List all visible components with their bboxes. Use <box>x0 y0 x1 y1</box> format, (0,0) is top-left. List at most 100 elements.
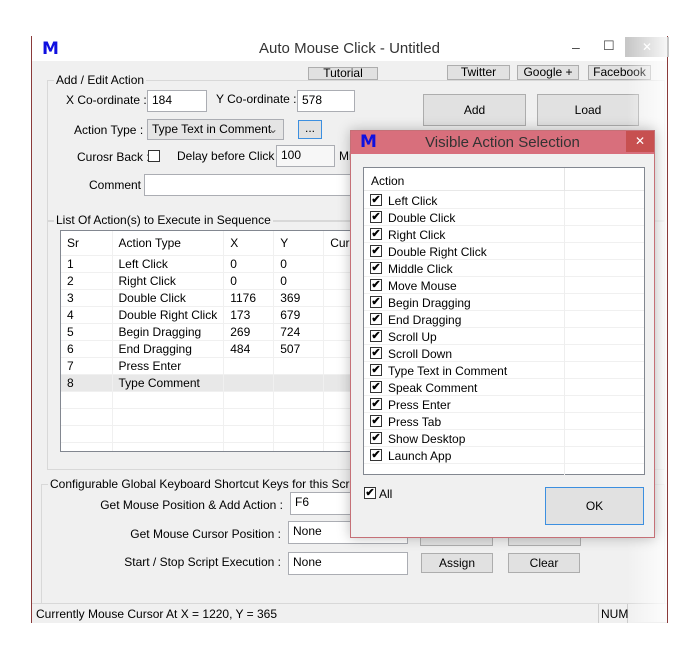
all-checkbox[interactable]: ✔ <box>364 487 376 499</box>
checklist-item[interactable]: ✔ Launch App <box>364 447 644 464</box>
checklist-item[interactable]: ✔ Middle Click <box>364 260 644 277</box>
table-cell-action-type: Left Click <box>112 255 225 273</box>
column-header-x[interactable]: X <box>223 231 275 256</box>
empty-cell <box>223 408 275 426</box>
item-checkbox[interactable]: ✔ <box>370 432 382 444</box>
num-lock-indicator: NUM <box>598 604 628 623</box>
item-checkbox[interactable]: ✔ <box>370 245 382 257</box>
column-header-sr[interactable]: Sr <box>61 231 113 256</box>
checklist-item[interactable]: ✔ Press Enter <box>364 396 644 413</box>
item-label: Double Right Click <box>388 245 487 259</box>
table-cell-cursor: N <box>323 255 351 273</box>
checklist-item[interactable]: ✔ Move Mouse <box>364 277 644 294</box>
shortcut-input-start-stop[interactable]: None <box>288 552 408 575</box>
action-checklist[interactable]: Action ✔ Left Click ✔ Double Click ✔ Right Cl… <box>363 167 645 476</box>
maximize-button[interactable]: ☐ <box>603 38 615 54</box>
twitter-button[interactable]: Twitter <box>447 65 510 80</box>
minimize-button[interactable]: – <box>572 39 580 55</box>
item-checkbox[interactable]: ✔ <box>370 211 382 223</box>
comment-input[interactable] <box>144 174 374 196</box>
column-header-y[interactable]: Y <box>273 231 325 256</box>
delay-label: Delay before Click : <box>177 149 282 163</box>
item-checkbox[interactable]: ✔ <box>370 296 382 308</box>
empty-cell <box>273 442 325 451</box>
checklist-item[interactable]: ✔ Right Click <box>364 226 644 243</box>
empty-cell <box>273 408 325 426</box>
assign-button[interactable]: Assign <box>421 553 493 573</box>
table-row[interactable]: 3Double Click1176369N <box>61 289 351 307</box>
cursor-back-label: Curosr Back : <box>77 150 150 164</box>
y-coordinate-input[interactable]: 578 <box>297 90 355 112</box>
item-checkbox[interactable]: ✔ <box>370 381 382 393</box>
checklist-item[interactable]: ✔ Speak Comment <box>364 379 644 396</box>
table-cell-cursor: N <box>323 272 351 290</box>
table-row[interactable]: 1Left Click00N <box>61 255 351 273</box>
x-coordinate-input[interactable]: 184 <box>147 90 207 112</box>
checklist-item[interactable]: ✔ End Dragging <box>364 311 644 328</box>
checklist-item[interactable]: ✔ Show Desktop <box>364 430 644 447</box>
table-cell-sr: 7 <box>61 357 113 375</box>
checklist-item[interactable]: ✔ Left Click <box>364 192 644 209</box>
checklist-item[interactable]: ✔ Scroll Down <box>364 345 644 362</box>
column-header-action-type[interactable]: Action Type <box>112 231 225 256</box>
item-checkbox[interactable]: ✔ <box>370 228 382 240</box>
action-type-select[interactable]: Type Text in Comment ⌄ <box>147 119 284 140</box>
empty-cell <box>323 391 351 409</box>
status-text: Currently Mouse Cursor At X = 1220, Y = … <box>36 607 278 621</box>
table-cell-cursor <box>323 357 351 375</box>
item-checkbox[interactable]: ✔ <box>370 330 382 342</box>
clear-button[interactable]: Clear <box>508 553 580 573</box>
item-label: Press Tab <box>388 415 442 429</box>
empty-row <box>61 442 351 451</box>
status-bar: Currently Mouse Cursor At X = 1220, Y = … <box>32 603 667 623</box>
checklist-item[interactable]: ✔ Double Click <box>364 209 644 226</box>
cursor-back-checkbox[interactable] <box>148 150 160 162</box>
add-button[interactable]: Add <box>423 94 526 126</box>
shortcut-label-cursor-position: Get Mouse Cursor Position : <box>130 527 281 541</box>
empty-cell <box>112 425 225 443</box>
table-row[interactable]: 6End Dragging484507N <box>61 340 351 358</box>
visible-action-selection-dialog: M Visible Action Selection ✕ Action ✔ Lef… <box>350 130 655 538</box>
checklist-item[interactable]: ✔ Type Text in Comment <box>364 362 644 379</box>
item-checkbox[interactable]: ✔ <box>370 364 382 376</box>
table-row[interactable]: 8 Type Comment <box>61 374 351 392</box>
item-checkbox[interactable]: ✔ <box>370 449 382 461</box>
item-checkbox[interactable]: ✔ <box>370 313 382 325</box>
item-label: Scroll Down <box>388 347 453 361</box>
item-checkbox[interactable]: ✔ <box>370 279 382 291</box>
shortcut-label-start-stop: Start / Stop Script Execution : <box>124 555 281 569</box>
column-header-cursor[interactable]: Cursor <box>323 231 351 256</box>
column-header-action[interactable]: Action <box>371 174 404 188</box>
more-button[interactable]: ... <box>298 120 322 139</box>
dialog-close-button[interactable]: ✕ <box>626 131 654 152</box>
table-cell-sr: 4 <box>61 306 113 324</box>
item-label: Move Mouse <box>388 279 457 293</box>
all-label: All <box>379 487 393 501</box>
item-checkbox[interactable]: ✔ <box>370 262 382 274</box>
checklist-item[interactable]: ✔ Double Right Click <box>364 243 644 260</box>
load-button[interactable]: Load <box>537 94 639 126</box>
table-row[interactable]: 5Begin Dragging269724N <box>61 323 351 341</box>
delay-input[interactable]: 100 <box>276 145 335 167</box>
checklist-item[interactable]: ✔ Press Tab <box>364 413 644 430</box>
table-row[interactable]: 2Right Click00N <box>61 272 351 290</box>
item-checkbox[interactable]: ✔ <box>370 194 382 206</box>
item-checkbox[interactable]: ✔ <box>370 347 382 359</box>
item-checkbox[interactable]: ✔ <box>370 415 382 427</box>
tutorial-button[interactable]: Tutorial <box>308 67 378 80</box>
google-plus-button[interactable]: Google + <box>517 65 579 80</box>
column-divider <box>564 168 565 191</box>
y-coordinate-label: Y Co-ordinate : <box>216 92 297 106</box>
empty-cell <box>223 391 275 409</box>
table-cell-action-type: Type Comment <box>112 374 225 392</box>
table-cell-sr: 2 <box>61 272 113 290</box>
table-cell-action-type: Begin Dragging <box>112 323 225 341</box>
ok-button[interactable]: OK <box>545 487 644 525</box>
action-table[interactable]: Sr Action Type X Y Cursor 1Left Click00N… <box>60 230 352 452</box>
checklist-item[interactable]: ✔ Scroll Up <box>364 328 644 345</box>
table-row[interactable]: 7 Press Enter <box>61 357 351 375</box>
item-checkbox[interactable]: ✔ <box>370 398 382 410</box>
empty-cell <box>61 442 113 451</box>
checklist-item[interactable]: ✔ Begin Dragging <box>364 294 644 311</box>
table-row[interactable]: 4Double Right Click173679N <box>61 306 351 324</box>
